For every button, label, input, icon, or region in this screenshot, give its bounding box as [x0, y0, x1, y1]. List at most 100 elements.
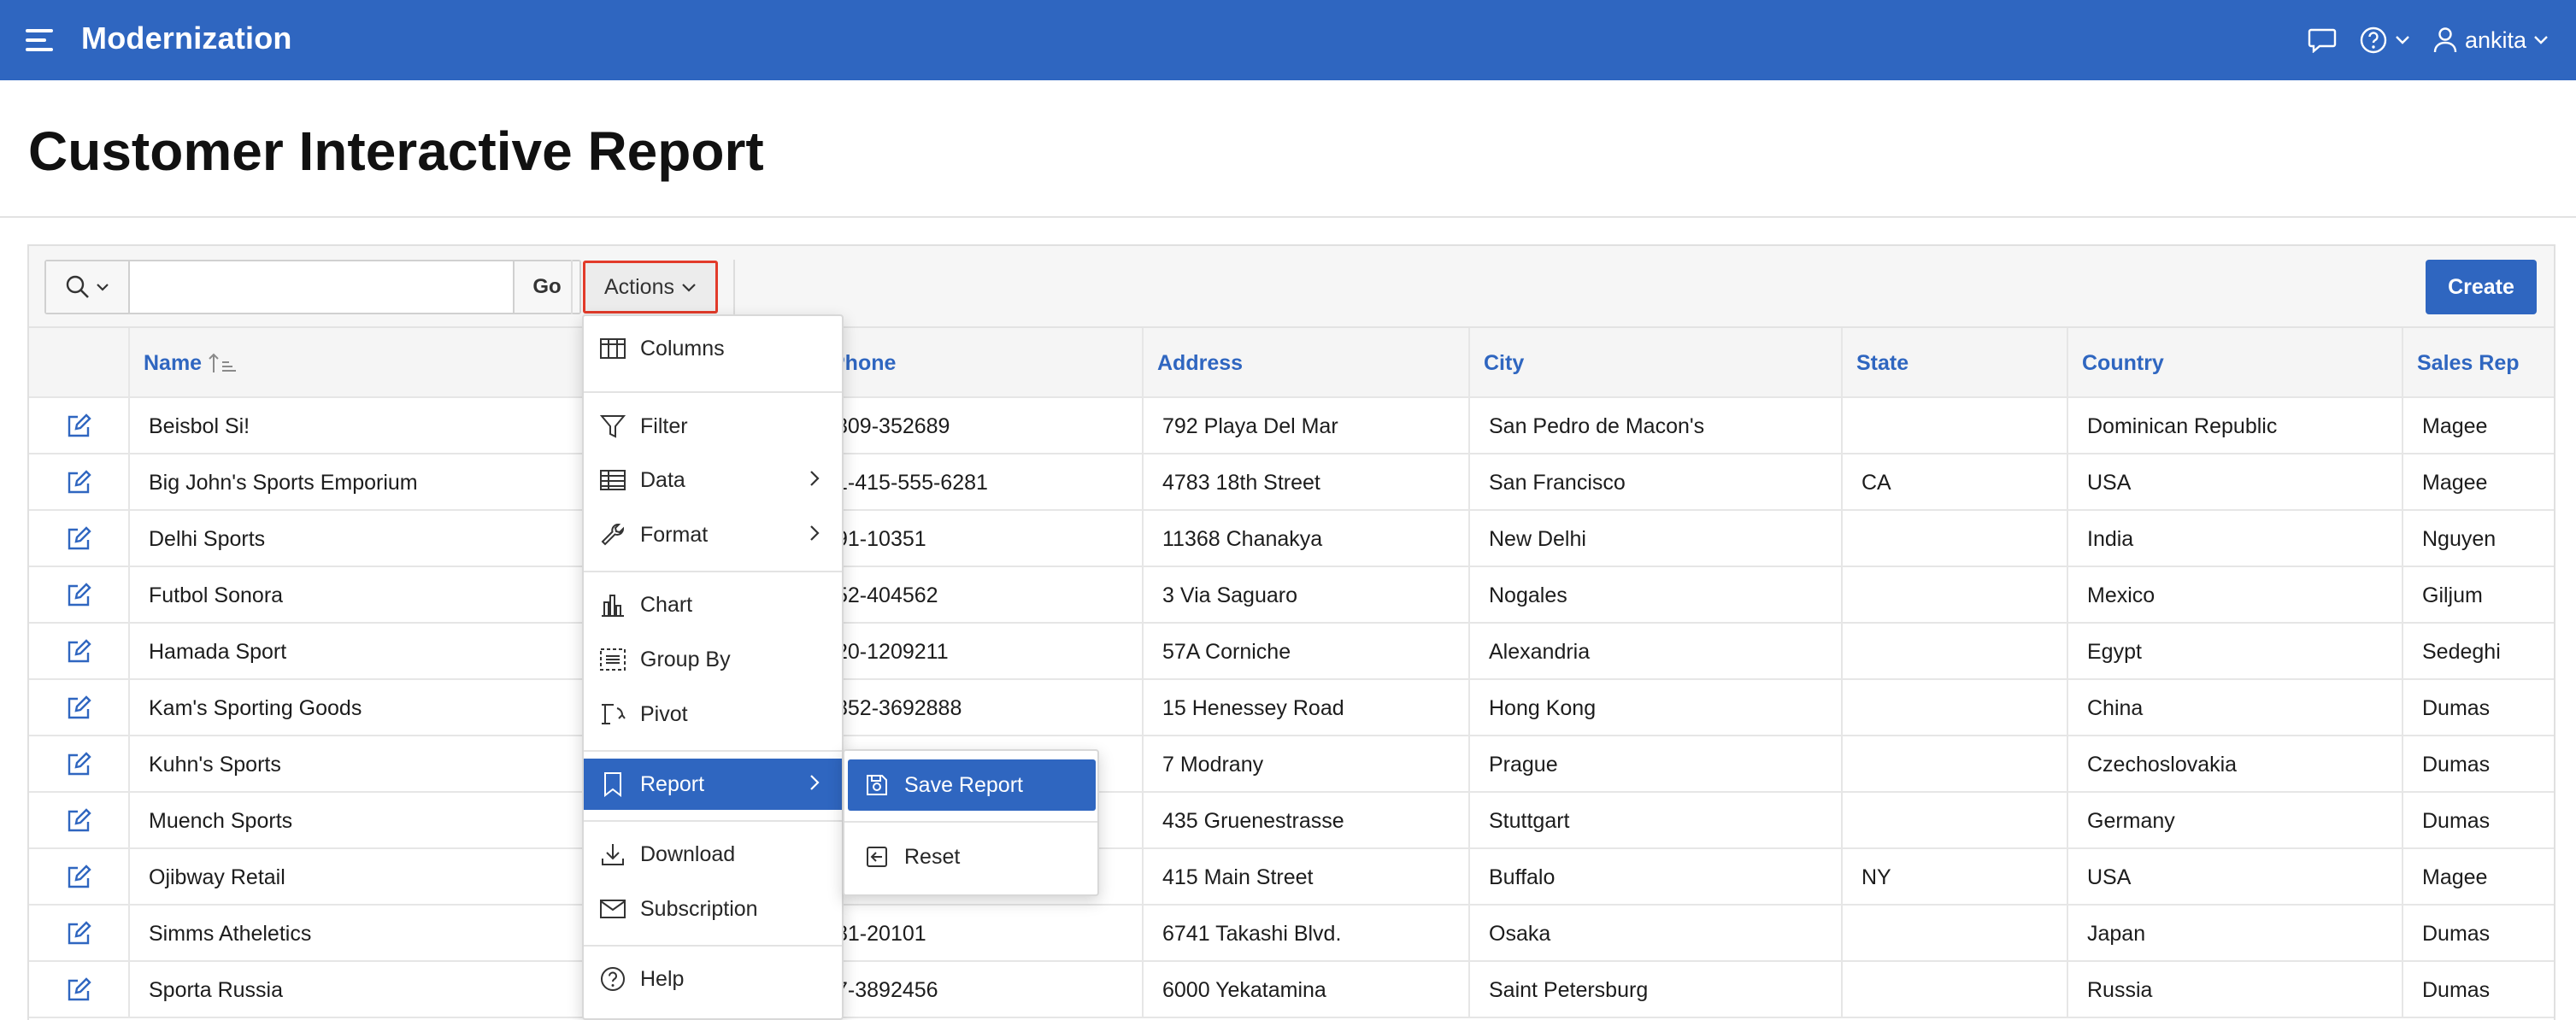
edit-row-button[interactable] — [29, 624, 128, 680]
cell-name: Sporta Russia — [128, 962, 590, 1018]
cell-city: San Francisco — [1468, 454, 1841, 511]
menu-item-group-by[interactable]: Group By — [584, 634, 842, 685]
menu-item-chart[interactable]: Chart — [584, 579, 842, 630]
reset-icon — [867, 847, 887, 867]
user-name[interactable]: ankita — [2465, 27, 2526, 54]
edit-row-button[interactable] — [29, 680, 128, 736]
column-header-state[interactable]: State — [1841, 328, 2067, 398]
cell-address: 57A Corniche — [1142, 624, 1468, 680]
menu-item-data[interactable]: Data — [584, 454, 842, 506]
cell-name: Ojibway Retail — [128, 849, 590, 906]
cell-city: Nogales — [1468, 567, 1841, 624]
menu-separator — [584, 391, 842, 393]
cell-country: Egypt — [2067, 624, 2402, 680]
chat-icon[interactable] — [2308, 27, 2337, 53]
cell-country: Russia — [2067, 962, 2402, 1018]
cell-phone: 1-415-555-6281 — [815, 454, 1142, 511]
user-menu[interactable]: ankita — [2432, 26, 2549, 54]
menu-item-subscription[interactable]: Subscription — [584, 883, 842, 935]
table-row: Muench Sports 435 Gruenestrasse Stuttgart G… — [29, 793, 2554, 849]
submenu-item-reset[interactable]: Reset — [848, 831, 1096, 882]
cell-state — [1841, 511, 2067, 567]
edit-row-button[interactable] — [29, 567, 128, 624]
filter-icon — [600, 415, 626, 438]
menu-icon[interactable] — [26, 27, 56, 53]
column-header-country[interactable]: Country — [2067, 328, 2402, 398]
cell-country: Mexico — [2067, 567, 2402, 624]
submenu-item-save-report[interactable]: Save Report — [848, 759, 1096, 811]
app-title[interactable]: Modernization — [81, 21, 292, 56]
cell-sales-rep: Magee — [2402, 849, 2557, 906]
edit-icon[interactable] — [66, 695, 91, 721]
edit-icon[interactable] — [66, 808, 91, 834]
edit-row-button[interactable] — [29, 454, 128, 511]
help-menu[interactable] — [2359, 26, 2410, 55]
edit-icon[interactable] — [66, 583, 91, 608]
cell-phone: 91-10351 — [815, 511, 1142, 567]
edit-row-button[interactable] — [29, 736, 128, 793]
cell-city: Buffalo — [1468, 849, 1841, 906]
actions-label: Actions — [604, 274, 674, 299]
cell-city: Prague — [1468, 736, 1841, 793]
edit-icon[interactable] — [66, 470, 91, 495]
edit-row-button[interactable] — [29, 849, 128, 906]
column-header-name[interactable]: Name — [128, 328, 590, 398]
menu-item-format[interactable]: Format — [584, 509, 842, 560]
edit-icon[interactable] — [66, 865, 91, 890]
edit-icon[interactable] — [66, 639, 91, 665]
edit-column-header — [29, 328, 128, 398]
cell-address: 4783 18th Street — [1142, 454, 1468, 511]
column-header-phone[interactable]: Phone — [815, 328, 1142, 398]
search-input[interactable] — [130, 261, 513, 313]
cell-name: Kam's Sporting Goods — [128, 680, 590, 736]
table-row: Hamada Sport 20-1209211 57A Corniche Alexan… — [29, 624, 2554, 680]
edit-icon[interactable] — [66, 752, 91, 777]
search-bar: Go — [44, 260, 581, 314]
create-button[interactable]: Create — [2426, 260, 2537, 314]
report-toolbar: Go Actions Create — [29, 246, 2554, 328]
cell-phone: 809-352689 — [815, 398, 1142, 454]
edit-row-button[interactable] — [29, 906, 128, 962]
edit-icon[interactable] — [66, 413, 91, 439]
column-header-city[interactable]: City — [1468, 328, 1841, 398]
edit-row-button[interactable] — [29, 793, 128, 849]
menu-separator — [844, 821, 1097, 823]
cell-name: Hamada Sport — [128, 624, 590, 680]
column-header-sales-rep[interactable]: Sales Rep — [2402, 328, 2557, 398]
menu-separator — [584, 571, 842, 572]
edit-row-button[interactable] — [29, 962, 128, 1018]
menu-separator — [584, 820, 842, 822]
group-by-icon — [600, 648, 626, 671]
edit-icon[interactable] — [66, 526, 91, 552]
edit-row-button[interactable] — [29, 511, 128, 567]
menu-item-filter[interactable]: Filter — [584, 401, 842, 452]
menu-item-columns[interactable]: Columns — [584, 323, 842, 374]
menu-separator — [584, 750, 842, 752]
chevron-down-icon — [97, 284, 109, 291]
edit-icon[interactable] — [66, 921, 91, 947]
cell-state — [1841, 398, 2067, 454]
menu-item-pivot[interactable]: Pivot — [584, 689, 842, 740]
edit-row-button[interactable] — [29, 398, 128, 454]
cell-sales-rep: Dumas — [2402, 906, 2557, 962]
menu-item-help[interactable]: Help — [584, 953, 842, 1005]
go-button[interactable]: Go — [513, 261, 579, 313]
search-columns-button[interactable] — [46, 261, 130, 313]
help-icon — [601, 967, 625, 991]
edit-icon[interactable] — [66, 977, 91, 1003]
cell-address: 792 Playa Del Mar — [1142, 398, 1468, 454]
actions-menu: Columns Filter Data Format Chart Group B… — [582, 314, 844, 1020]
table-row: Big John's Sports Emporium 1-415-555-6281… — [29, 454, 2554, 511]
page-title: Customer Interactive Report — [28, 120, 764, 182]
column-header-address[interactable]: Address — [1142, 328, 1468, 398]
actions-button[interactable]: Actions — [583, 261, 718, 314]
menu-item-report[interactable]: Report — [584, 759, 842, 810]
table-header: Name Phone Address City State Country Sa… — [29, 328, 2554, 398]
cell-country: India — [2067, 511, 2402, 567]
toolbar-separator — [571, 260, 573, 314]
menu-item-download[interactable]: Download — [584, 829, 842, 880]
cell-address: 435 Gruenestrasse — [1142, 793, 1468, 849]
cell-address: 15 Henessey Road — [1142, 680, 1468, 736]
save-icon — [867, 775, 887, 795]
cell-sales-rep: Magee — [2402, 454, 2557, 511]
